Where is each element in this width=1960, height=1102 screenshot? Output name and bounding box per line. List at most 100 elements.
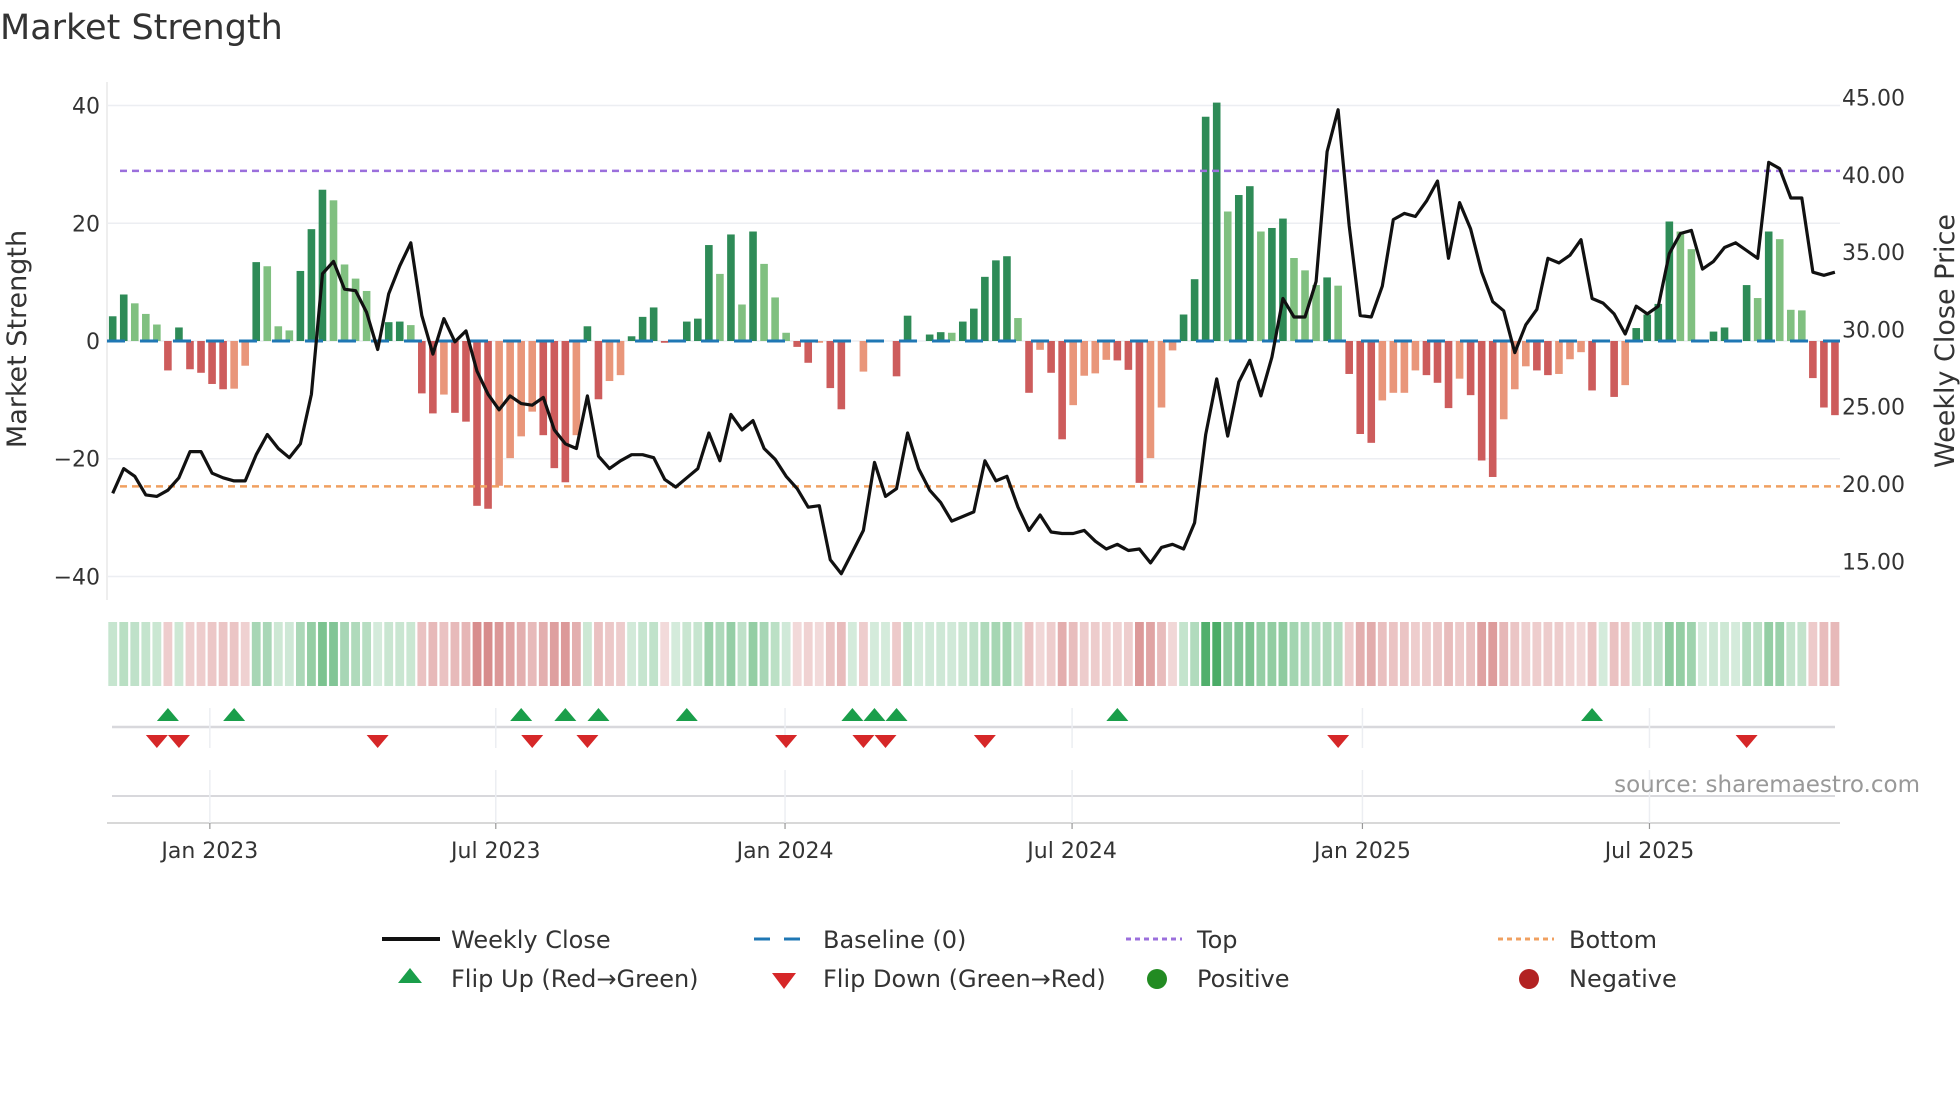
strip-cell — [847, 622, 857, 686]
strip-cell — [240, 622, 250, 686]
strength-bar — [970, 308, 978, 341]
legend-item-flip-up[interactable]: Flip Up (Red→Green) — [398, 965, 699, 993]
strip-cell — [439, 622, 449, 686]
strip-cell — [538, 622, 548, 686]
strip-cell — [1709, 622, 1718, 686]
flip-up-marker — [156, 708, 179, 721]
strip-cell — [1388, 622, 1398, 686]
strength-bar — [1665, 221, 1674, 341]
strength-bar — [793, 341, 801, 347]
strip-cell — [1267, 622, 1277, 686]
strength-bar — [1643, 314, 1652, 341]
legend-item-negative[interactable]: Negative — [1519, 965, 1677, 993]
strip-cell — [803, 622, 813, 686]
strength-bar — [384, 322, 393, 341]
strength-bar — [1091, 341, 1100, 374]
strip-cell — [693, 622, 703, 686]
strip-cell — [505, 622, 515, 686]
strength-bar — [528, 341, 537, 412]
strength-bar — [175, 327, 183, 341]
strength-bar — [616, 341, 625, 376]
strength-bar — [1212, 102, 1221, 342]
strip-cell — [1687, 622, 1696, 686]
strip-cell — [428, 622, 438, 686]
strip-cell — [881, 622, 890, 686]
strength-bar — [649, 307, 658, 341]
strip-cell — [704, 622, 714, 686]
strip-cell — [1135, 622, 1144, 686]
strip-cell — [1002, 622, 1012, 686]
strength-bar — [1389, 341, 1398, 393]
strength-bar — [130, 303, 139, 341]
strength-bar — [484, 341, 492, 509]
circle-icon — [1147, 969, 1167, 989]
strip-cell — [605, 622, 614, 686]
strength-bar — [1742, 285, 1751, 341]
strip-cell — [1399, 622, 1409, 686]
strip-cell — [781, 622, 791, 686]
strength-bar — [1753, 298, 1762, 341]
legend-item-bottom[interactable]: Bottom — [1498, 926, 1657, 954]
strip-cell — [141, 622, 151, 686]
legend-item-positive[interactable]: Positive — [1147, 965, 1290, 993]
strength-bar — [771, 297, 779, 341]
strip-cell — [406, 622, 416, 686]
strength-bar — [705, 245, 713, 341]
strength-bar — [716, 273, 724, 341]
strip-cell — [1046, 622, 1056, 686]
strength-bar — [108, 316, 117, 341]
strength-bars — [108, 102, 1839, 509]
strength-bar — [1444, 341, 1453, 409]
strip-cell — [1819, 622, 1829, 686]
strip-cell — [1101, 622, 1111, 686]
strength-bar — [1047, 341, 1055, 373]
strength-bar — [1290, 258, 1298, 341]
strip-cell — [1278, 622, 1288, 686]
strength-bar — [1433, 341, 1442, 383]
strength-bar — [1522, 341, 1530, 367]
flip-up-marker — [510, 708, 533, 721]
strength-bar — [1588, 341, 1596, 391]
strip-cell — [1797, 622, 1807, 686]
strip-cell — [1333, 622, 1343, 686]
strength-bar — [1323, 277, 1331, 341]
strip-cell — [1731, 622, 1740, 686]
strength-bar — [1268, 227, 1276, 341]
flip-down-marker — [874, 735, 897, 748]
flip-down-marker — [973, 735, 996, 748]
strength-bar — [153, 324, 161, 341]
strength-bar — [1069, 341, 1077, 406]
legend-item-baseline[interactable]: Baseline (0) — [754, 926, 966, 954]
legend-item-flip-down[interactable]: Flip Down (Green→Red) — [772, 965, 1106, 993]
strength-bar — [406, 325, 415, 341]
strip-cell — [936, 622, 946, 686]
strength-bar — [230, 341, 238, 389]
strip-cell — [1234, 622, 1244, 686]
strip-cell — [152, 622, 162, 686]
flip-down-marker — [167, 735, 190, 748]
strength-bar — [1201, 116, 1210, 341]
strip-cell — [792, 622, 802, 686]
strip-cell — [649, 622, 659, 686]
triangle-up-icon — [398, 968, 422, 983]
y-tick-label-right: 20.00 — [1842, 473, 1905, 498]
strength-bar — [837, 341, 846, 410]
strip-cell — [914, 622, 924, 686]
strength-bar — [1488, 341, 1497, 477]
strength-bar — [1234, 195, 1243, 341]
legend-item-weekly-close[interactable]: Weekly Close — [382, 926, 611, 954]
strip-cell — [1300, 622, 1310, 686]
strip-cell — [1179, 622, 1188, 686]
y-tick-label-left: −20 — [54, 448, 100, 473]
strip-cell — [1786, 622, 1796, 686]
strip-cell — [1598, 622, 1608, 686]
strip-cell — [1576, 622, 1586, 686]
strength-bar — [1257, 231, 1265, 341]
strip-cell — [318, 622, 327, 686]
strength-bar — [1003, 256, 1011, 341]
strength-bar — [241, 341, 249, 366]
legend-item-top[interactable]: Top — [1126, 926, 1238, 954]
flip-up-marker — [863, 708, 886, 721]
strength-bar — [572, 341, 581, 436]
strength-bar — [594, 341, 603, 400]
